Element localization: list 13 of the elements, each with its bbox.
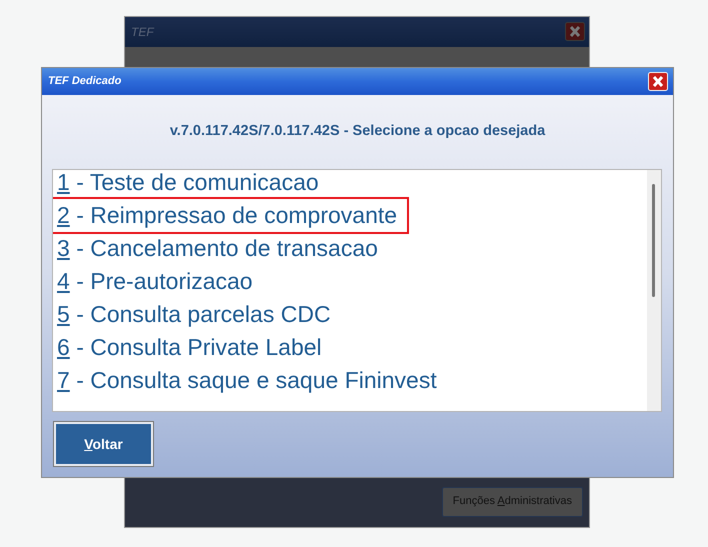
back-button[interactable]: Voltar [54,422,153,466]
option-item[interactable]: 3 - Cancelamento de transacao [57,232,388,265]
heading: v.7.0.117.42S/7.0.117.42S - Selecione a opcao desejada [170,122,546,142]
option-item[interactable]: 4 - Pre-autorizacao [57,265,263,298]
option-item[interactable]: 6 - Consulta Private Label [57,331,332,364]
option-item[interactable]: 2 - Reimpressao de comprovante [53,199,408,232]
dialog-title: TEF Dedicado [48,74,122,90]
option-item[interactable]: 1 - Teste de comunicacao [57,170,329,199]
window-title: TEF [131,24,154,41]
scrollbar[interactable] [647,170,661,411]
close-icon[interactable] [565,22,585,41]
option-item[interactable]: 7 - Consulta saque e saque Fininvest [57,364,447,397]
option-item[interactable]: 5 - Consulta parcelas CDC [57,298,341,331]
